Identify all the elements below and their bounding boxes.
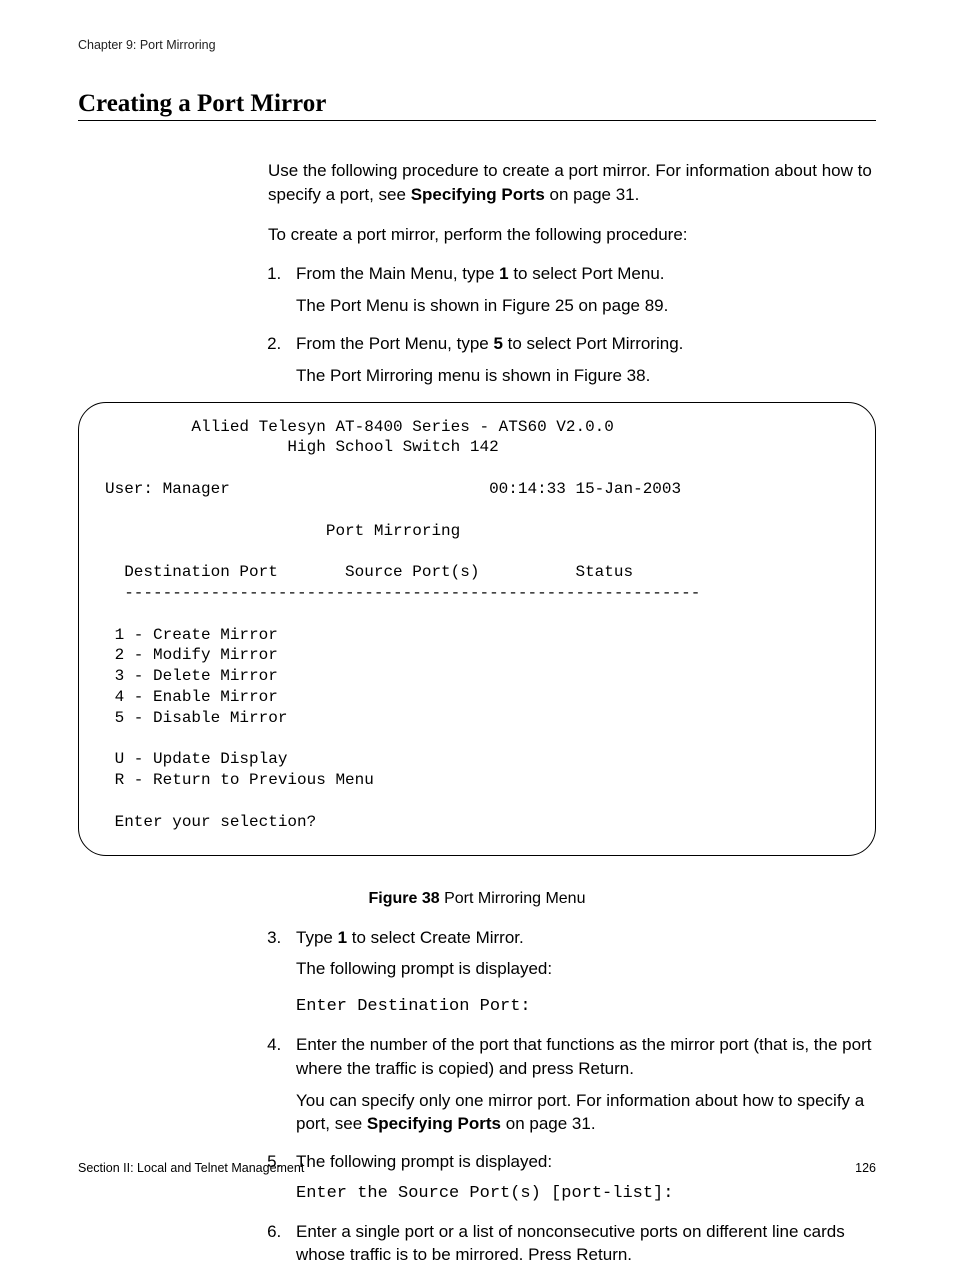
step-text: to select Port Menu. (509, 264, 665, 283)
specifying-ports-ref-2: Specifying Ports (367, 1114, 501, 1133)
procedure-list-cont: Type 1 to select Create Mirror. The foll… (268, 926, 876, 1267)
section-title: Creating a Port Mirror (78, 90, 876, 121)
page-footer: Section II: Local and Telnet Management … (78, 1161, 876, 1175)
step-6: Enter a single port or a list of noncons… (286, 1220, 876, 1267)
step-text: on page 31. (501, 1114, 596, 1133)
footer-page-number: 126 (855, 1161, 876, 1175)
page: Chapter 9: Port Mirroring Creating a Por… (0, 0, 954, 1235)
footer-section: Section II: Local and Telnet Management (78, 1161, 304, 1175)
step-5: The following prompt is displayed: Enter… (286, 1150, 876, 1206)
step-text: to select Port Mirroring. (503, 334, 683, 353)
content-intro: Use the following procedure to create a … (268, 159, 876, 388)
prompt-destination-port: Enter Destination Port: (296, 995, 876, 1019)
specifying-ports-ref: Specifying Ports (411, 185, 545, 204)
key-1b: 1 (338, 928, 347, 947)
figure-caption: Figure 38 Port Mirroring Menu (78, 890, 876, 908)
intro-paragraph-1: Use the following procedure to create a … (268, 159, 876, 207)
figure-number: Figure 38 (369, 890, 440, 907)
procedure-list: From the Main Menu, type 1 to select Por… (268, 262, 876, 387)
step-3: Type 1 to select Create Mirror. The foll… (286, 926, 876, 1019)
step-4-note: You can specify only one mirror port. Fo… (296, 1089, 876, 1137)
step-text: Enter a single port or a list of noncons… (296, 1222, 845, 1265)
figure-title: Port Mirroring Menu (440, 890, 586, 907)
key-5: 5 (493, 334, 502, 353)
step-1-note: The Port Menu is shown in Figure 25 on p… (296, 294, 876, 318)
intro-text: on page 31. (545, 185, 640, 204)
step-text: From the Port Menu, type (296, 334, 493, 353)
prompt-source-ports: Enter the Source Port(s) [port-list]: (296, 1182, 876, 1206)
page-header-chapter: Chapter 9: Port Mirroring (78, 38, 876, 52)
intro-paragraph-2: To create a port mirror, perform the fol… (268, 223, 876, 247)
step-2-note: The Port Mirroring menu is shown in Figu… (296, 364, 876, 388)
step-1: From the Main Menu, type 1 to select Por… (286, 262, 876, 318)
step-2: From the Port Menu, type 5 to select Por… (286, 332, 876, 388)
step-text: Enter the number of the port that functi… (296, 1035, 871, 1078)
step-text: to select Create Mirror. (347, 928, 524, 947)
step-3-note: The following prompt is displayed: (296, 957, 876, 981)
step-text: From the Main Menu, type (296, 264, 499, 283)
terminal-screenshot: Allied Telesyn AT-8400 Series - ATS60 V2… (78, 402, 876, 856)
step-text: Type (296, 928, 338, 947)
key-1: 1 (499, 264, 508, 283)
step-4: Enter the number of the port that functi… (286, 1033, 876, 1136)
content-steps-cont: Type 1 to select Create Mirror. The foll… (268, 926, 876, 1267)
